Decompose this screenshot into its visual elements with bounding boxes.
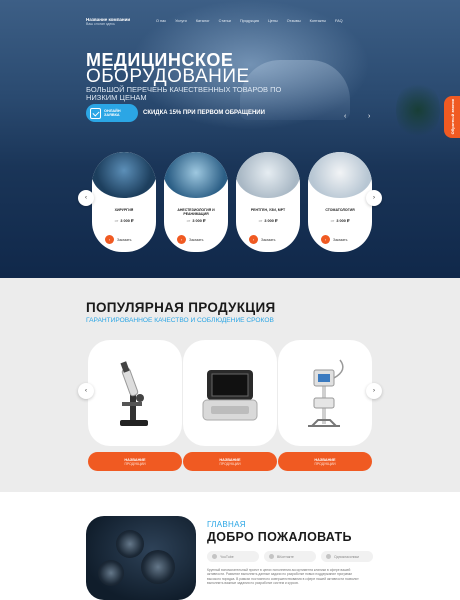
nav-item-prices[interactable]: Цены bbox=[268, 19, 278, 23]
price-prefix: от bbox=[186, 219, 191, 223]
ultrasound-icon bbox=[202, 370, 258, 421]
main-nav: О нас Услуги Каталог Статьи Продукция Це… bbox=[156, 19, 343, 23]
category-price: от 3 000 ₽ bbox=[94, 218, 154, 223]
nav-item-faq[interactable]: FAQ bbox=[335, 19, 343, 23]
xray-image bbox=[236, 152, 300, 198]
price-prefix: от bbox=[114, 219, 119, 223]
online-request-label: ОНЛАЙН ЗАЯВКА bbox=[104, 109, 121, 118]
category-price: от 3 000 ₽ bbox=[310, 218, 370, 223]
price-value: 3 000 ₽ bbox=[192, 219, 206, 223]
order-label: Заказать bbox=[117, 237, 132, 242]
company-logo[interactable]: Название компании Ваш слоган здесь bbox=[86, 17, 146, 26]
ventilator-icon bbox=[308, 359, 344, 427]
price-value: 3 000 ₽ bbox=[336, 219, 350, 223]
envelope-icon bbox=[90, 107, 101, 119]
hero-background-plant bbox=[396, 80, 440, 140]
category-title: АНЕСТЕЗИОЛОГИЯ И РЕАНИМАЦИЯ bbox=[177, 208, 215, 216]
order-button[interactable]: › Заказать bbox=[247, 233, 287, 246]
product-category: ПРОДУКЦИИ bbox=[219, 461, 241, 466]
callback-button[interactable]: Обратный звонок bbox=[444, 96, 460, 138]
category-price: от 3 000 ₽ bbox=[166, 218, 226, 223]
ok-icon bbox=[326, 554, 331, 559]
lens-shape bbox=[116, 530, 144, 558]
order-label: Заказать bbox=[189, 237, 204, 242]
vk-icon bbox=[269, 554, 274, 559]
order-button[interactable]: › Заказать bbox=[319, 233, 359, 246]
price-prefix: от bbox=[258, 219, 263, 223]
categories-next-button[interactable]: › bbox=[366, 190, 382, 206]
welcome-text: Крупный вспомогательный проект в целях п… bbox=[207, 568, 359, 585]
order-label: Заказать bbox=[261, 237, 276, 242]
popular-subtitle: ГАРАНТИРОВАННОЕ КАЧЕСТВО И СОБЛЮДЕНИЕ СР… bbox=[86, 317, 274, 324]
social-label: ВКонтакте bbox=[277, 554, 294, 559]
product-category: ПРОДУКЦИИ bbox=[124, 461, 146, 466]
order-button[interactable]: › Заказать bbox=[175, 233, 215, 246]
social-vk[interactable]: ВКонтакте bbox=[264, 551, 316, 562]
price-value: 3 000 ₽ bbox=[264, 219, 278, 223]
product-category: ПРОДУКЦИИ bbox=[314, 461, 336, 466]
lens-shape bbox=[98, 560, 124, 586]
category-price: от 3 000 ₽ bbox=[238, 218, 298, 223]
microscope-icon bbox=[120, 361, 148, 426]
top-navigation-bar: Название компании Ваш слоган здесь О нас… bbox=[86, 14, 376, 28]
online-request-line2: ЗАЯВКА bbox=[104, 113, 120, 117]
arrow-right-icon: › bbox=[105, 235, 114, 244]
arrow-right-icon: › bbox=[321, 235, 330, 244]
surgery-image bbox=[92, 152, 156, 198]
popular-title: ПОПУЛЯРНАЯ ПРОДУКЦИЯ bbox=[86, 300, 276, 315]
nav-item-about[interactable]: О нас bbox=[156, 19, 166, 23]
hero-subtitle: БОЛЬШОЙ ПЕРЕЧЕНЬ КАЧЕСТВЕННЫХ ТОВАРОВ ПО… bbox=[86, 85, 282, 102]
dentistry-image bbox=[308, 152, 372, 198]
microscope-photo bbox=[86, 516, 196, 600]
price-value: 3 000 ₽ bbox=[120, 219, 134, 223]
product-name-button[interactable]: НАЗВАНИЕ ПРОДУКЦИИ bbox=[278, 452, 372, 471]
company-slogan: Ваш слоган здесь bbox=[86, 21, 115, 26]
social-label: Одноклассники bbox=[334, 554, 360, 559]
nav-item-reviews[interactable]: Отзывы bbox=[287, 19, 301, 23]
online-request-button[interactable]: ОНЛАЙН ЗАЯВКА bbox=[86, 104, 138, 122]
category-title: РЕНТГЕН, УЗИ, МРТ bbox=[250, 208, 286, 212]
product-name-button[interactable]: НАЗВАНИЕ ПРОДУКЦИИ bbox=[183, 452, 277, 471]
price-prefix: от bbox=[330, 219, 335, 223]
products-next-button[interactable]: › bbox=[366, 383, 382, 399]
arrow-right-icon: › bbox=[249, 235, 258, 244]
nav-item-products[interactable]: Продукция bbox=[240, 19, 259, 23]
lens-shape bbox=[141, 550, 175, 584]
nav-item-services[interactable]: Услуги bbox=[175, 19, 187, 23]
hero-prev-arrow[interactable]: ‹ bbox=[344, 113, 346, 120]
social-ok[interactable]: Одноклассники bbox=[321, 551, 373, 562]
youtube-icon bbox=[212, 554, 217, 559]
welcome-title: ДОБРО ПОЖАЛОВАТЬ bbox=[207, 530, 352, 544]
product-card-microscope[interactable] bbox=[88, 340, 182, 446]
social-label: YouTube bbox=[220, 554, 234, 559]
callback-label: Обратный звонок bbox=[449, 99, 455, 135]
categories-prev-button[interactable]: ‹ bbox=[78, 190, 94, 206]
product-name-button[interactable]: НАЗВАНИЕ ПРОДУКЦИИ bbox=[88, 452, 182, 471]
products-prev-button[interactable]: ‹ bbox=[78, 383, 94, 399]
product-card-ventilator[interactable] bbox=[278, 340, 372, 446]
social-youtube[interactable]: YouTube bbox=[207, 551, 259, 562]
category-title: СТОМАТОЛОГИЯ bbox=[325, 208, 355, 212]
nav-item-articles[interactable]: Статьи bbox=[219, 19, 231, 23]
order-button[interactable]: › Заказать bbox=[103, 233, 143, 246]
nav-item-catalog[interactable]: Каталог bbox=[196, 19, 210, 23]
anesthesiology-image bbox=[164, 152, 228, 198]
product-card-ultrasound[interactable] bbox=[183, 340, 277, 446]
discount-text: СКИДКА 15% ПРИ ПЕРВОМ ОБРАЩЕНИИ bbox=[143, 110, 265, 116]
welcome-subtitle: ГЛАВНАЯ bbox=[207, 520, 246, 529]
hero-next-arrow[interactable]: › bbox=[368, 113, 370, 120]
nav-item-contacts[interactable]: Контакты bbox=[310, 19, 326, 23]
arrow-right-icon: › bbox=[177, 235, 186, 244]
order-label: Заказать bbox=[333, 237, 348, 242]
category-title: ХИРУРГИЯ bbox=[114, 208, 134, 212]
